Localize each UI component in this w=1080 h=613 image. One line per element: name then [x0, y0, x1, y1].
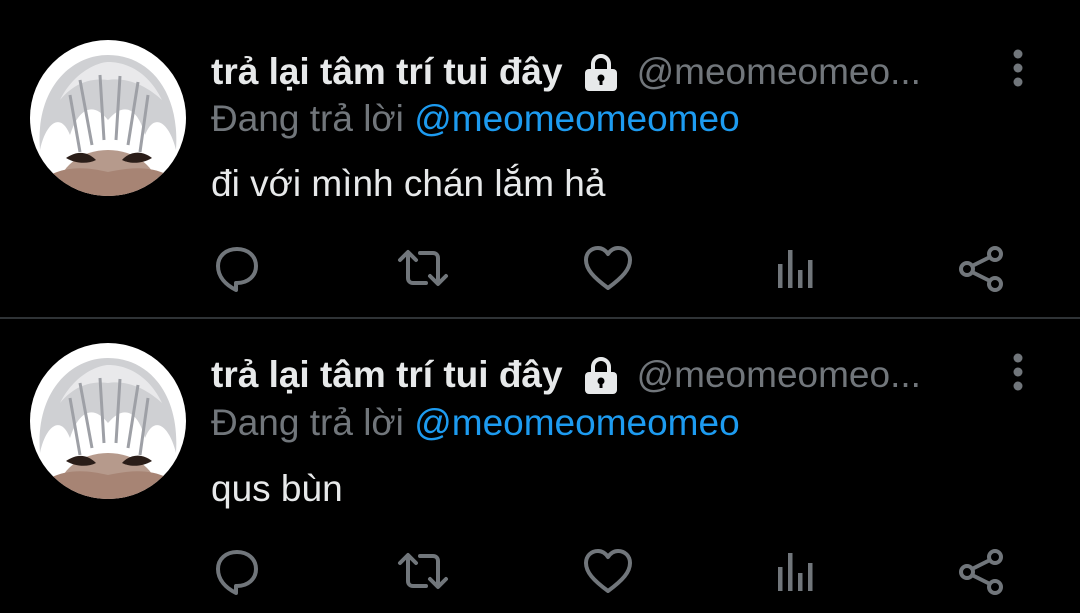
retweet-button[interactable]: [396, 547, 450, 597]
display-name[interactable]: trả lại tâm trí tui đây: [211, 51, 563, 93]
reply-mention-link[interactable]: @meomeomeomeo: [414, 98, 739, 139]
user-handle[interactable]: @meomeomeo...: [637, 354, 949, 396]
tweet-text: qus bùn: [211, 468, 343, 509]
tweet-text: đi với mình chán lắm hả: [211, 163, 606, 204]
tweet-header: trả lại tâm trí tui đây @meomeomeo...: [211, 46, 949, 98]
heart-icon: [584, 549, 632, 593]
avatar[interactable]: [30, 343, 186, 499]
share-button[interactable]: [955, 547, 1009, 597]
replying-to: Đang trả lời @meomeomeomeo: [211, 98, 740, 140]
retweet-icon: [398, 553, 448, 589]
tweet[interactable]: trả lại tâm trí tui đây @meomeomeo... Đa…: [0, 306, 1080, 612]
retweet-button[interactable]: [396, 244, 450, 294]
reply-button[interactable]: [210, 547, 264, 597]
tweet[interactable]: trả lại tâm trí tui đây @meomeomeo... Đa…: [0, 0, 1080, 306]
share-icon: [959, 549, 1003, 595]
views-chart-icon: [778, 250, 813, 288]
reply-button[interactable]: [210, 244, 264, 294]
reply-mention-link[interactable]: @meomeomeomeo: [414, 402, 739, 443]
share-icon: [959, 246, 1003, 292]
views-button[interactable]: [768, 244, 822, 294]
like-button[interactable]: [581, 547, 635, 597]
tweet-header: trả lại tâm trí tui đây @meomeomeo...: [211, 349, 949, 401]
avatar[interactable]: [30, 40, 186, 196]
more-vertical-icon[interactable]: [1004, 350, 1032, 394]
more-vertical-icon[interactable]: [1004, 46, 1032, 90]
replying-to: Đang trả lời @meomeomeomeo: [211, 402, 740, 444]
reply-prefix: Đang trả lời: [211, 98, 415, 139]
reply-icon: [216, 247, 258, 292]
display-name[interactable]: trả lại tâm trí tui đây: [211, 354, 563, 396]
views-button[interactable]: [768, 547, 822, 597]
reply-icon: [216, 550, 258, 595]
lock-icon: [579, 353, 623, 397]
lock-icon: [579, 50, 623, 94]
views-chart-icon: [778, 553, 813, 591]
reply-prefix: Đang trả lời: [211, 402, 415, 443]
like-button[interactable]: [581, 244, 635, 294]
retweet-icon: [398, 250, 448, 286]
user-handle[interactable]: @meomeomeo...: [637, 51, 949, 93]
heart-icon: [584, 246, 632, 290]
share-button[interactable]: [955, 244, 1009, 294]
